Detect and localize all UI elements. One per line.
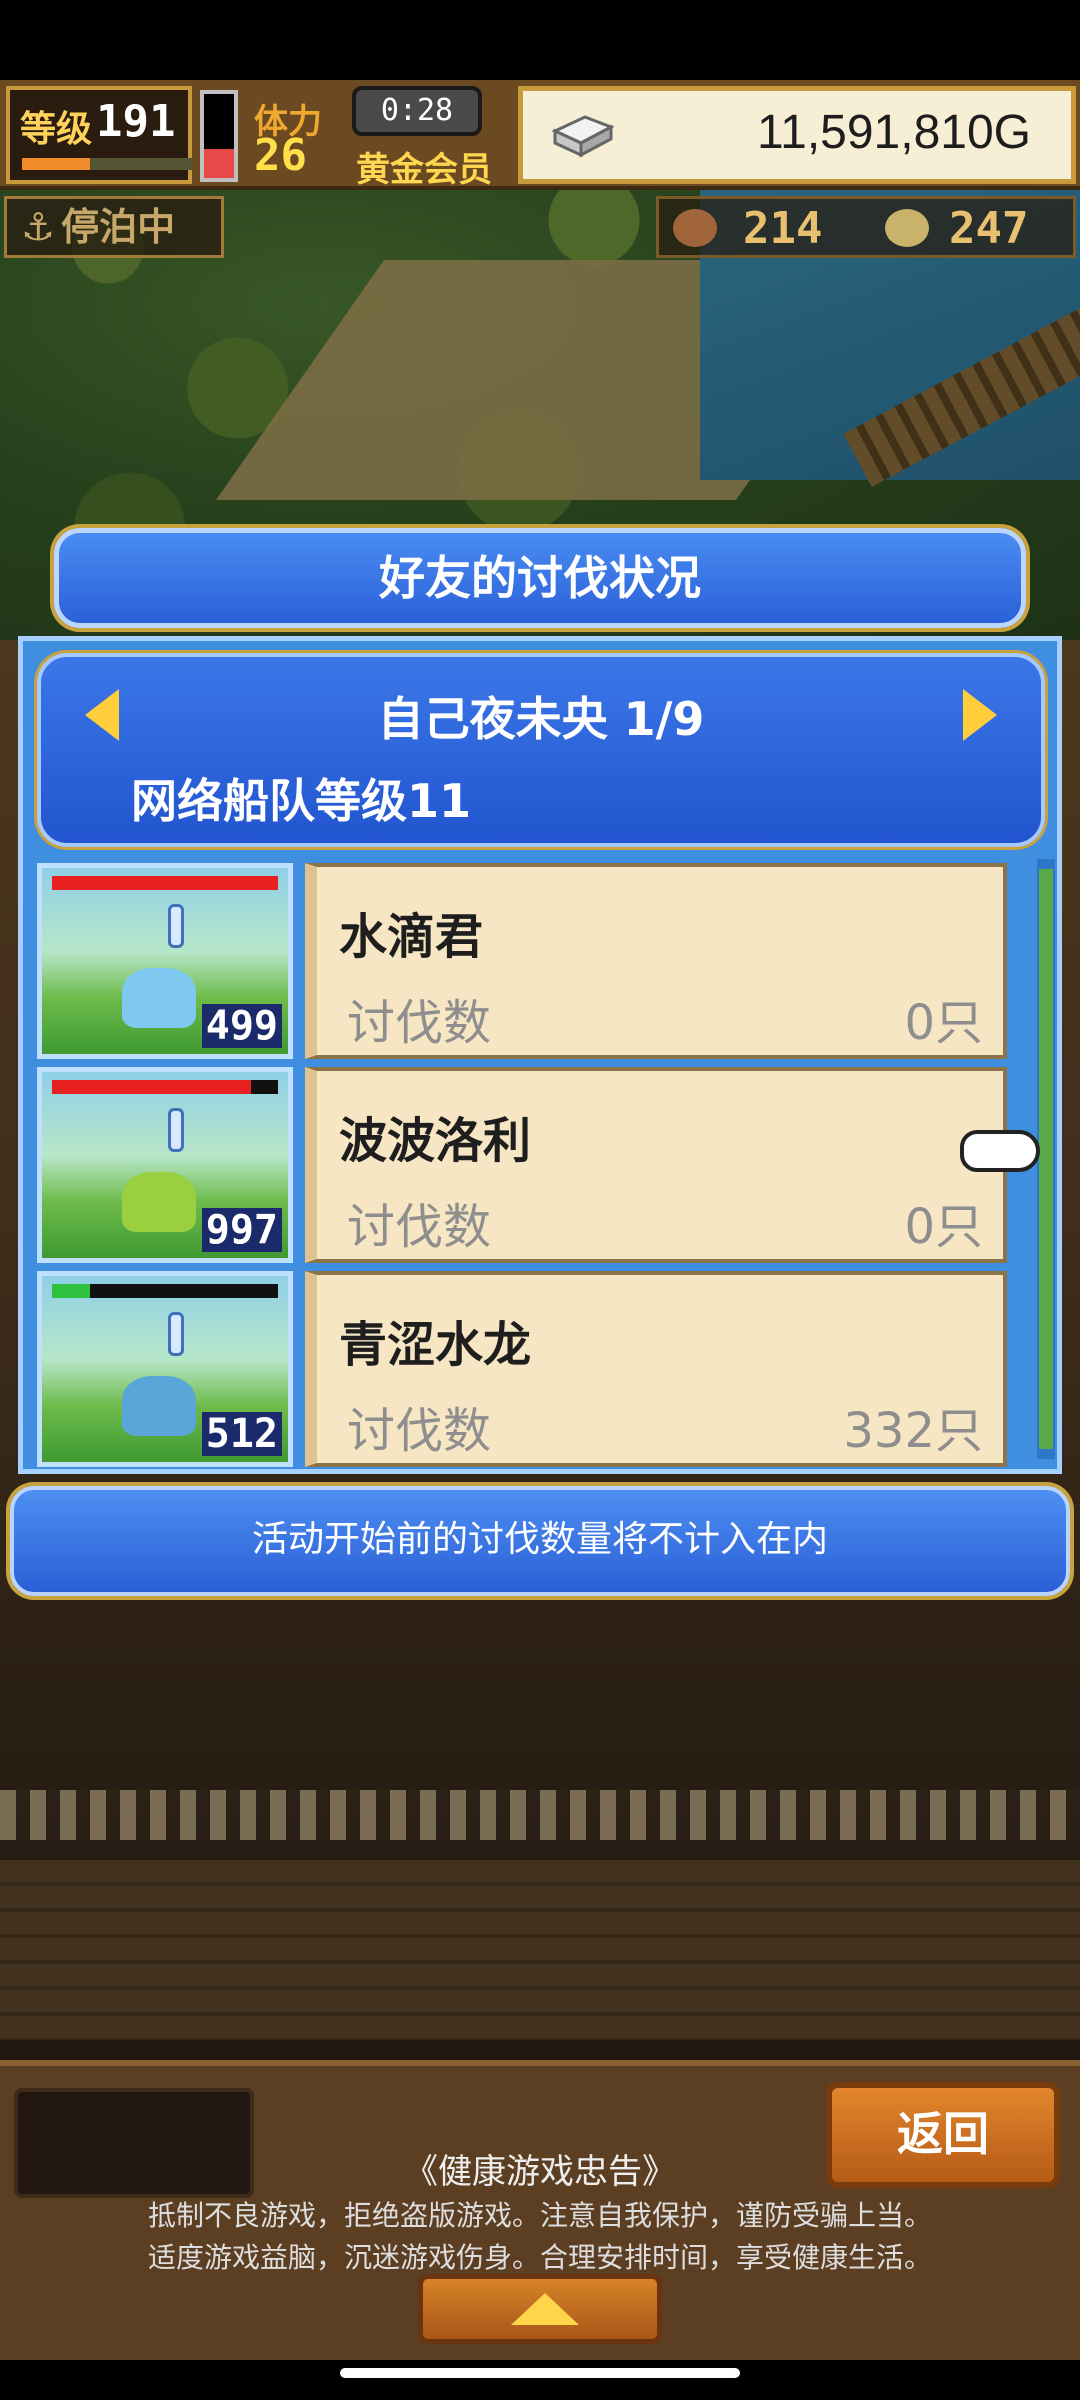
status-bar-area — [0, 0, 1080, 80]
monster-level: 512 — [201, 1412, 282, 1456]
monster-name: 波波洛利 — [339, 1113, 532, 1169]
exp-bar — [22, 158, 192, 170]
resource2-value: 247 — [949, 203, 1029, 254]
top-hud: 等级 191 体力 26 0:28 黄金会员 11,591,810G — [0, 80, 1080, 190]
kill-count-value: 0只 — [904, 995, 983, 1051]
money-display[interactable]: 11,591,810G — [518, 86, 1076, 184]
dialog-title: 好友的讨伐状况 — [379, 551, 701, 605]
monster-name: 水滴君 — [339, 909, 484, 965]
level-box[interactable]: 等级 191 — [6, 86, 192, 184]
monster-hp-bar — [52, 876, 278, 890]
list-scrollbar[interactable] — [1037, 859, 1055, 1459]
resource-box: 214 247 — [656, 196, 1076, 258]
expand-menu-button[interactable] — [418, 2274, 662, 2344]
health-advice-line1: 抵制不良游戏，拒绝盗版游戏。注意自我保护，谨防受骗上当。 — [147, 2199, 932, 2232]
dialog-title-banner: 好友的讨伐状况 — [54, 528, 1026, 628]
alert-icon — [168, 904, 184, 948]
anchor-icon: ⚓ — [21, 205, 56, 249]
friend-header: 自己夜未央 1/9 网络船队等级11 — [37, 653, 1045, 847]
monster-thumbnail: 997 — [37, 1067, 293, 1263]
monster-card: 水滴君 讨伐数 0只 — [305, 863, 1007, 1059]
alert-icon — [168, 1108, 184, 1152]
monster-hp-bar — [52, 1080, 278, 1094]
scrollbar-thumb[interactable] — [1039, 869, 1053, 1449]
home-indicator — [340, 2368, 740, 2378]
pointing-hand-icon — [960, 1130, 1040, 1172]
fish-icon — [673, 209, 717, 247]
alert-icon — [168, 1312, 184, 1356]
docked-label: 停泊中 — [61, 205, 176, 249]
notice-text: 活动开始前的讨伐数量将不计入在内 — [251, 1519, 828, 1560]
level-value: 191 — [96, 96, 176, 147]
monster-hp-bar — [52, 1284, 278, 1298]
friend-name: 自己夜未央 1/9 — [377, 692, 705, 746]
friend-status-panel: 自己夜未央 1/9 网络船队等级11 499 水滴君 讨伐数 0只 997 波波… — [18, 636, 1062, 1474]
docked-status: ⚓ 停泊中 — [4, 196, 224, 258]
kill-count-label: 讨伐数 — [347, 1199, 492, 1255]
monster-level: 997 — [201, 1208, 282, 1252]
triangle-up-icon — [511, 2293, 579, 2325]
hp-gauge-fill — [204, 148, 234, 178]
monster-list[interactable]: 499 水滴君 讨伐数 0只 997 波波洛利 讨伐数 0只 512 青涩水龙 … — [37, 859, 1055, 1467]
kill-count-value: 0只 — [904, 1199, 983, 1255]
monster-card: 波波洛利 讨伐数 0只 — [305, 1067, 1007, 1263]
monster-thumbnail: 512 — [37, 1271, 293, 1467]
monster-thumbnail: 499 — [37, 863, 293, 1059]
bottom-bar: 返回 《健康游戏忠告》 抵制不良游戏，拒绝盗版游戏。注意自我保护，谨防受骗上当。… — [0, 2060, 1080, 2360]
monster-row[interactable]: 997 波波洛利 讨伐数 0只 — [37, 1063, 1047, 1263]
membership-badge[interactable]: 黄金会员 — [356, 142, 492, 191]
kill-count-label: 讨伐数 — [347, 1403, 492, 1459]
coin-icon — [885, 209, 929, 247]
monster-sprite — [122, 1376, 196, 1436]
notice-banner: 活动开始前的讨伐数量将不计入在内 — [10, 1486, 1070, 1596]
level-label: 等级 — [20, 109, 93, 150]
monster-hp-fill — [52, 1080, 251, 1094]
monster-hp-fill — [52, 876, 278, 890]
stamina-value: 26 — [254, 130, 307, 181]
hp-gauge — [200, 90, 238, 182]
monster-row[interactable]: 499 水滴君 讨伐数 0只 — [37, 859, 1047, 1059]
kill-count-value: 332只 — [843, 1403, 983, 1459]
monster-row[interactable]: 512 青涩水龙 讨伐数 332只 — [37, 1267, 1047, 1467]
fleet-level: 网络船队等级11 — [131, 774, 472, 828]
silver-bar-icon — [551, 115, 615, 158]
monster-sprite — [122, 968, 196, 1028]
health-advice-title: 《健康游戏忠告》 — [404, 2152, 676, 2192]
arrow-right-icon[interactable] — [963, 689, 997, 741]
monster-level: 499 — [201, 1004, 282, 1048]
health-advice-line2: 适度游戏益脑，沉迷游戏伤身。合理安排时间，享受健康生活。 — [147, 2241, 932, 2274]
resource1-value: 214 — [743, 203, 823, 254]
exp-bar-fill — [22, 158, 90, 170]
money-value: 11,591,810G — [756, 106, 1031, 159]
kill-count-label: 讨伐数 — [347, 995, 492, 1051]
stamina-timer: 0:28 — [352, 86, 482, 136]
monster-name: 青涩水龙 — [339, 1317, 532, 1373]
monster-sprite — [122, 1172, 196, 1232]
monster-hp-fill — [52, 1284, 91, 1298]
monster-card: 青涩水龙 讨伐数 332只 — [305, 1271, 1007, 1467]
